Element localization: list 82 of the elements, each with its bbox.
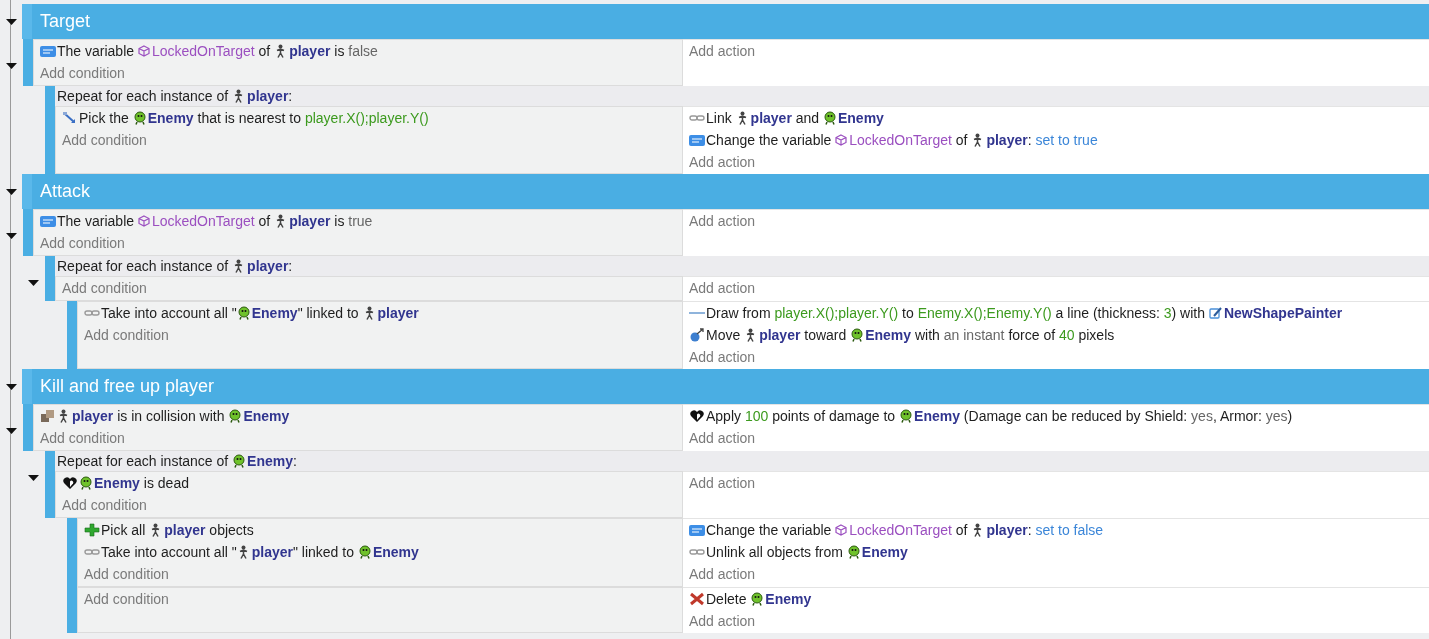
cube-icon	[137, 215, 150, 227]
collapse-arrow-icon[interactable]	[27, 475, 39, 481]
variable-icon	[40, 214, 56, 228]
condition[interactable]: Pick the Enemy that is nearest to player.X();player.Y()	[62, 107, 676, 129]
collapse-arrow-icon[interactable]	[5, 188, 17, 195]
creature-icon	[899, 409, 913, 423]
add-action-link[interactable]: Add action	[689, 346, 756, 368]
condition[interactable]: Enemy is dead	[62, 472, 676, 494]
pick-nearest-icon	[62, 111, 78, 125]
cube-icon	[835, 524, 848, 536]
creature-icon	[750, 592, 764, 606]
add-action-link[interactable]: Add action	[689, 472, 756, 494]
collapse-arrow-icon[interactable]	[5, 63, 17, 69]
action[interactable]: Change the variable LockedOnTarget of player: set to false	[689, 519, 1423, 541]
condition[interactable]: Take into account all " player" linked to Enemy	[84, 541, 676, 563]
event-bar[interactable]	[23, 209, 33, 256]
add-condition-link[interactable]: Add condition	[62, 277, 147, 299]
creature-icon	[846, 545, 860, 559]
cube-icon	[835, 134, 848, 146]
creature-icon	[232, 454, 246, 468]
heart-icon	[689, 409, 705, 423]
add-condition-link[interactable]: Add condition	[40, 232, 125, 254]
group-header[interactable]: Kill and free up player	[22, 369, 1429, 404]
event-bar[interactable]	[45, 256, 55, 301]
event-bar[interactable]	[23, 404, 33, 451]
action[interactable]: Change the variable LockedOnTarget of player: set to true	[689, 129, 1423, 151]
action[interactable]: Link player and Enemy	[689, 107, 1423, 129]
brush-icon	[1208, 306, 1222, 320]
event-bar[interactable]	[23, 39, 33, 86]
creature-icon	[822, 111, 836, 125]
add-action-link[interactable]: Add action	[689, 151, 756, 173]
collapse-arrow-icon[interactable]	[5, 18, 17, 25]
group-header[interactable]: Target	[22, 4, 1429, 39]
creature-icon	[236, 306, 250, 320]
cube-icon	[137, 45, 150, 57]
add-action-link[interactable]: Add action	[689, 563, 756, 585]
force-icon	[689, 328, 705, 342]
event-bar[interactable]	[45, 86, 55, 174]
stick-figure-icon	[57, 409, 70, 423]
condition[interactable]: The variable LockedOnTarget of player is true	[40, 210, 676, 232]
action[interactable]: Delete Enemy	[689, 588, 1423, 610]
action[interactable]: Move player toward Enemy with an instant force of 40 pixels	[689, 324, 1423, 346]
collapse-arrow-icon[interactable]	[5, 383, 17, 390]
creature-icon	[228, 409, 242, 423]
creature-icon	[850, 328, 864, 342]
variable-icon	[689, 523, 705, 537]
action[interactable]: Apply 100 points of damage to Enemy (Damage can be reduced by Shield: yes, Armor: yes)	[689, 405, 1423, 427]
collapse-arrow-icon[interactable]	[5, 233, 17, 239]
add-condition-link[interactable]: Add condition	[62, 494, 147, 516]
add-condition-link[interactable]: Add condition	[40, 427, 125, 449]
add-condition-link[interactable]: Add condition	[84, 588, 169, 610]
creature-icon	[132, 111, 146, 125]
condition[interactable]: player is in collision with Enemy	[40, 405, 676, 427]
creature-icon	[79, 476, 92, 490]
action[interactable]: Unlink all objects from Enemy	[689, 541, 1423, 563]
collapse-arrow-icon[interactable]	[27, 280, 39, 286]
event-bar[interactable]	[67, 301, 77, 369]
group-header[interactable]: Attack	[22, 174, 1429, 209]
collision-icon	[40, 409, 56, 423]
condition[interactable]: The variable LockedOnTarget of player is false	[40, 40, 676, 62]
creature-icon	[357, 545, 371, 559]
add-action-link[interactable]: Add action	[689, 610, 756, 632]
event-bar[interactable]	[67, 518, 77, 587]
add-action-link[interactable]: Add action	[689, 427, 756, 449]
collapse-arrow-icon[interactable]	[5, 428, 17, 434]
add-condition-link[interactable]: Add condition	[84, 324, 169, 346]
cross-icon	[689, 592, 705, 606]
event-bar[interactable]	[67, 587, 77, 633]
condition[interactable]: Take into account all " Enemy" linked to player	[84, 302, 676, 324]
event-bar[interactable]	[45, 451, 55, 518]
add-action-link[interactable]: Add action	[689, 40, 756, 62]
heart-icon	[62, 476, 78, 490]
variable-icon	[689, 133, 705, 147]
plus-icon	[84, 523, 100, 537]
action[interactable]: Draw from player.X();player.Y() to Enemy.X();Enemy.Y() a line (thickness: 3) with NewShapePainter	[689, 302, 1423, 324]
add-action-link[interactable]: Add action	[689, 277, 756, 299]
add-action-link[interactable]: Add action	[689, 210, 756, 232]
add-condition-link[interactable]: Add condition	[62, 129, 147, 151]
add-condition-link[interactable]: Add condition	[84, 563, 169, 585]
condition[interactable]: Pick all player objects	[84, 519, 676, 541]
add-condition-link[interactable]: Add condition	[40, 62, 125, 84]
variable-icon	[40, 44, 56, 58]
